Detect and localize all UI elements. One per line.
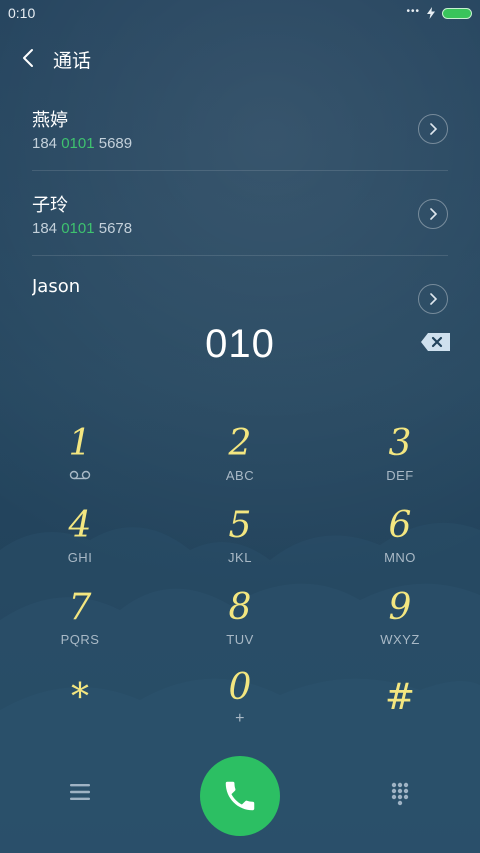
app-header: 通话 <box>0 38 480 78</box>
key-2[interactable]: 2 ABC <box>170 422 310 500</box>
more-notifications-icon: ••• <box>406 5 420 17</box>
chevron-right-icon <box>430 293 438 305</box>
key-digit: 8 <box>228 587 252 628</box>
dialed-number: 010 <box>205 322 275 366</box>
phone-suffix: 5689 <box>94 135 133 152</box>
key-letters: GHI <box>67 550 93 565</box>
key-digit: 7 <box>68 587 92 628</box>
status-icons: ••• <box>406 5 472 19</box>
chevron-left-icon <box>23 49 33 67</box>
key-digit: 1 <box>68 423 92 464</box>
key-letters: DEF <box>386 468 414 483</box>
phone-suffix: 5678 <box>94 220 133 237</box>
contact-phone: 184 0101 5689 <box>32 135 132 152</box>
chevron-right-icon <box>430 123 438 135</box>
contact-name: 燕婷 <box>32 110 68 131</box>
chevron-right-icon <box>430 208 438 220</box>
key-4[interactable]: 4 GHI <box>10 504 150 582</box>
dialpad-icon[interactable] <box>386 780 414 808</box>
contact-phone: 184 0101 5678 <box>32 220 132 237</box>
contact-detail-button[interactable] <box>418 284 448 314</box>
contact-detail-button[interactable] <box>418 114 448 144</box>
key-0[interactable]: 0 + <box>170 666 310 744</box>
key-letters: WXYZ <box>380 632 420 647</box>
status-time: 0:10 <box>8 5 36 21</box>
key-7[interactable]: 7 PQRS <box>10 586 150 664</box>
key-digit: 4 <box>68 505 92 546</box>
key-digit: 3 <box>388 423 412 464</box>
key-letters: TUV <box>226 632 254 647</box>
phone-prefix: 184 <box>32 220 62 237</box>
contact-name: Jason <box>32 276 81 297</box>
key-letters: + <box>235 710 245 727</box>
contact-detail-button[interactable] <box>418 199 448 229</box>
status-bar: 0:10 ••• <box>0 0 480 28</box>
contact-row[interactable]: 燕婷 184 0101 5689 <box>32 86 448 171</box>
key-digit: * <box>71 677 89 718</box>
key-8[interactable]: 8 TUV <box>170 586 310 664</box>
page-title: 通话 <box>53 50 92 72</box>
key-5[interactable]: 5 JKL <box>170 504 310 582</box>
bottom-action-bar <box>0 752 480 838</box>
key-digit: 6 <box>388 505 412 546</box>
key-1[interactable]: 1 <box>10 422 150 500</box>
key-digit: 2 <box>228 423 252 464</box>
contact-suggestion-list: 燕婷 184 0101 5689 子玲 184 0101 5678 Jason <box>32 86 448 320</box>
contact-name: 子玲 <box>32 195 68 216</box>
phone-match-highlight: 0101 <box>61 135 95 152</box>
contact-row[interactable]: Jason <box>32 256 448 320</box>
key-letters: JKL <box>228 550 252 565</box>
phone-prefix: 184 <box>32 135 62 152</box>
key-digit: 0 <box>228 667 252 708</box>
back-button[interactable] <box>16 44 40 72</box>
key-3[interactable]: 3 DEF <box>330 422 470 500</box>
voicemail-icon <box>69 470 91 480</box>
key-star[interactable]: * <box>10 676 150 754</box>
phone-icon <box>225 781 255 811</box>
key-digit: 5 <box>228 505 252 546</box>
key-digit: # <box>384 677 416 718</box>
key-letters: PQRS <box>60 632 100 647</box>
hamburger-menu-icon[interactable] <box>66 780 94 804</box>
backspace-icon[interactable] <box>420 332 452 352</box>
key-letters: MNO <box>384 550 416 565</box>
charging-icon <box>427 7 435 19</box>
contact-row[interactable]: 子玲 184 0101 5678 <box>32 171 448 256</box>
battery-icon <box>442 7 472 19</box>
call-button[interactable] <box>200 756 280 836</box>
key-9[interactable]: 9 WXYZ <box>330 586 470 664</box>
key-letters: ABC <box>225 468 255 483</box>
key-6[interactable]: 6 MNO <box>330 504 470 582</box>
key-hash[interactable]: # <box>330 676 470 754</box>
key-digit: 9 <box>388 587 412 628</box>
phone-match-highlight: 0101 <box>61 220 95 237</box>
